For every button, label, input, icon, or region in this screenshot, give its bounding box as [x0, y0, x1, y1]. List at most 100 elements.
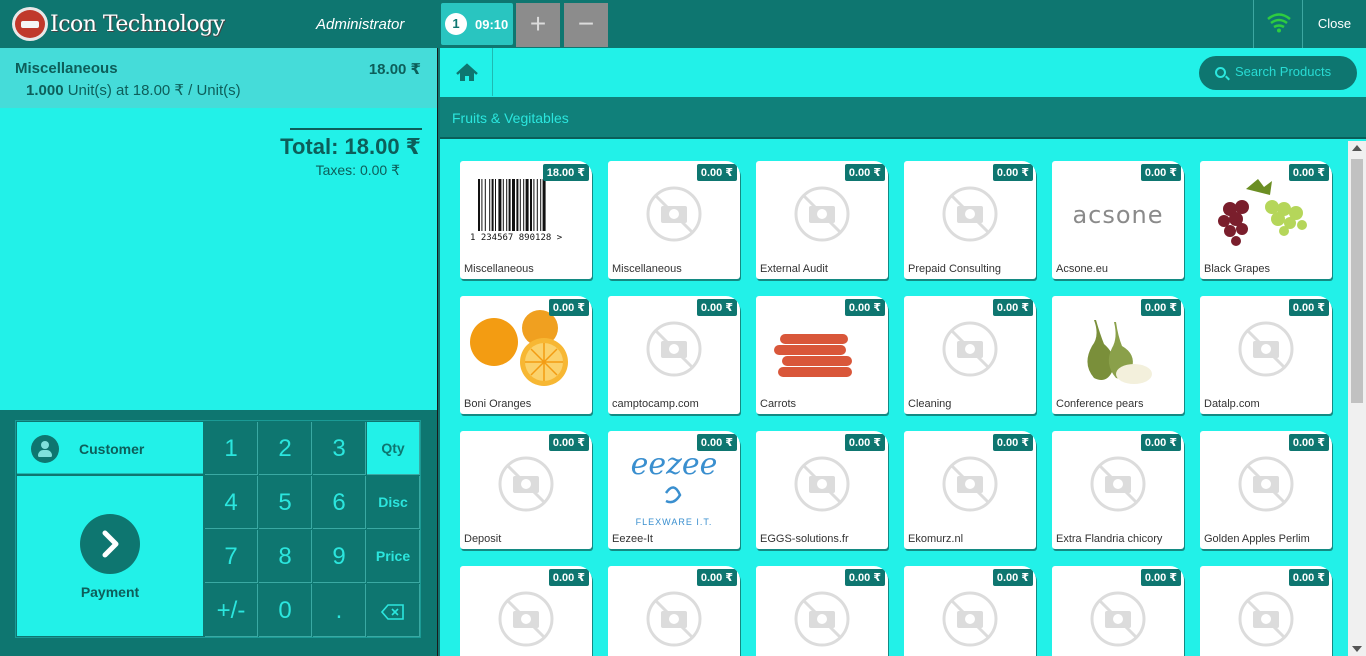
product-name: camptocamp.com [612, 398, 699, 410]
product-card[interactable]: 0.00 ₹ [904, 566, 1036, 656]
category-label[interactable]: Fruits & Vegitables [452, 110, 569, 126]
product-card[interactable]: 0.00 ₹ Datalp.com [1200, 296, 1332, 414]
product-card[interactable]: 0.00 ₹ External Audit [756, 161, 888, 279]
numpad-key-7[interactable]: 7 [205, 530, 258, 583]
product-card[interactable]: 0.00 ₹ camptocamp.com [608, 296, 740, 414]
product-card[interactable]: 0.00 ₹ [1052, 566, 1184, 656]
scroll-thumb[interactable] [1351, 159, 1363, 403]
scroll-up-arrow-icon[interactable] [1352, 145, 1362, 151]
numpad-key-dot[interactable]: . [313, 584, 366, 637]
product-name: Miscellaneous [464, 263, 534, 275]
product-card[interactable]: 0.00 ₹ EGGS-solutions.fr [756, 431, 888, 549]
product-card[interactable]: 0.00 ₹ Cleaning [904, 296, 1036, 414]
product-card[interactable]: 0.00 ₹ Golden Apples Perlim [1200, 431, 1332, 549]
payment-button[interactable]: Payment [17, 476, 203, 636]
numpad-key-5[interactable]: 5 [259, 476, 312, 529]
backspace-button[interactable] [367, 584, 420, 637]
numpad-key-0[interactable]: 0 [259, 584, 312, 637]
product-card[interactable]: 0.00 ₹ [608, 566, 740, 656]
product-price-tag: 0.00 ₹ [992, 299, 1033, 316]
mode-qty-button[interactable]: Qty [367, 422, 420, 475]
no-photo-icon [756, 443, 888, 531]
numpad-key-plus-minus[interactable]: +/- [205, 584, 258, 637]
numpad-key-2[interactable]: 2 [259, 422, 312, 475]
product-price-tag: 0.00 ₹ [1288, 569, 1329, 586]
product-name: Carrots [760, 398, 797, 410]
numpad-key-6[interactable]: 6 [313, 476, 366, 529]
eezee-logo-text: eezee [630, 447, 718, 482]
no-photo-icon [1052, 443, 1184, 531]
logo-badge-icon [12, 7, 48, 41]
no-photo-icon [1052, 578, 1184, 656]
product-card[interactable]: 0.00 ₹ Extra Flandria chicory [1052, 431, 1184, 549]
product-card[interactable]: acsone 0.00 ₹ Acsone.eu [1052, 161, 1184, 279]
numpad-key-1[interactable]: 1 [205, 422, 258, 475]
user-name[interactable]: Administrator [316, 16, 404, 33]
no-photo-icon [460, 578, 592, 656]
no-photo-icon [756, 173, 888, 261]
orderline-quantity-info: 1.000 Unit(s) at 18.00 ₹ / Unit(s) [26, 81, 241, 99]
product-name: Eezee-It [612, 533, 653, 545]
numpad-key-3[interactable]: 3 [313, 422, 366, 475]
product-card[interactable]: 0.00 ₹ [1200, 566, 1332, 656]
scroll-down-arrow-icon[interactable] [1352, 646, 1362, 652]
product-name: Miscellaneous [612, 263, 682, 275]
numpad-key-4[interactable]: 4 [205, 476, 258, 529]
product-card[interactable]: 0.00 ₹ Carrots [756, 296, 888, 414]
no-photo-icon [608, 578, 740, 656]
product-image [1200, 173, 1332, 261]
customer-button[interactable]: Customer [17, 422, 203, 474]
product-price-tag: 0.00 ₹ [548, 569, 589, 586]
no-photo-icon [1200, 578, 1332, 656]
remove-order-button[interactable]: − [564, 3, 608, 47]
product-name: Boni Oranges [464, 398, 532, 410]
numpad-key-9[interactable]: 9 [313, 530, 366, 583]
no-photo-icon [904, 578, 1036, 656]
product-name: EGGS-solutions.fr [760, 533, 849, 545]
product-price-tag: 0.00 ₹ [696, 569, 737, 586]
product-panel: Fruits & Vegitables 1 234567 890128 > 18.… [438, 48, 1366, 656]
product-scrollbar[interactable] [1348, 141, 1366, 656]
mode-price-button[interactable]: Price [367, 530, 420, 583]
no-photo-icon [608, 173, 740, 261]
product-name: Conference pears [1056, 398, 1144, 410]
product-card[interactable]: 0.00 ₹ Ekomurz.nl [904, 431, 1036, 549]
product-name: Extra Flandria chicory [1056, 533, 1163, 545]
product-price-tag: 0.00 ₹ [1140, 164, 1181, 181]
add-order-button[interactable]: + [516, 3, 560, 47]
product-card[interactable]: 0.00 ₹ Conference pears [1052, 296, 1184, 414]
search-input[interactable] [1235, 64, 1350, 79]
product-image: eezee FLEXWARE I.T. [608, 443, 740, 531]
order-time: 09:10 [475, 17, 509, 32]
product-price-tag: 0.00 ₹ [548, 434, 589, 451]
product-name: Black Grapes [1204, 263, 1271, 275]
product-card[interactable]: 0.00 ₹ Deposit [460, 431, 592, 549]
product-card[interactable]: 0.00 ₹ Boni Oranges [460, 296, 592, 414]
product-price-tag: 0.00 ₹ [1288, 434, 1329, 451]
product-image: acsone [1052, 173, 1184, 261]
product-name: Acsone.eu [1056, 263, 1108, 275]
product-card[interactable]: 0.00 ₹ Black Grapes [1200, 161, 1332, 279]
search-box[interactable] [1199, 56, 1357, 90]
product-price-tag: 0.00 ₹ [1288, 299, 1329, 316]
product-card[interactable]: 0.00 ₹ [460, 566, 592, 656]
orderline[interactable]: Miscellaneous 18.00 ₹ 1.000 Unit(s) at 1… [0, 48, 437, 108]
product-card[interactable]: 1 234567 890128 > 18.00 ₹ Miscellaneous [460, 161, 592, 279]
product-price-tag: 0.00 ₹ [844, 299, 885, 316]
product-card[interactable]: eezee FLEXWARE I.T. 0.00 ₹ Eezee-It [608, 431, 740, 549]
close-button[interactable]: Close [1302, 0, 1366, 48]
product-card[interactable]: 0.00 ₹ Miscellaneous [608, 161, 740, 279]
backspace-icon [380, 603, 404, 620]
wifi-status[interactable] [1253, 0, 1302, 48]
product-image [460, 308, 592, 396]
product-name: Cleaning [908, 398, 952, 410]
numpad-key-8[interactable]: 8 [259, 530, 312, 583]
order-panel: Miscellaneous 18.00 ₹ 1.000 Unit(s) at 1… [0, 48, 437, 410]
product-card[interactable]: 0.00 ₹ [756, 566, 888, 656]
product-price-tag: 0.00 ₹ [844, 434, 885, 451]
orderline-product: Miscellaneous [15, 60, 118, 77]
mode-disc-button[interactable]: Disc [367, 476, 420, 529]
home-button[interactable] [441, 48, 493, 96]
product-card[interactable]: 0.00 ₹ Prepaid Consulting [904, 161, 1036, 279]
order-tab[interactable]: 1 09:10 [441, 3, 513, 45]
